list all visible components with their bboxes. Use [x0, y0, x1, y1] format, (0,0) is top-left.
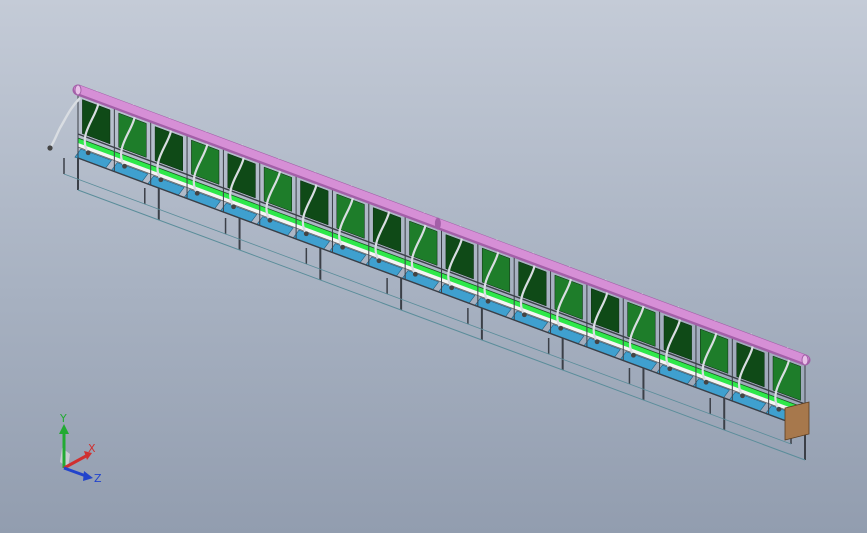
y-axis-label: Y	[59, 412, 67, 425]
cad-viewport[interactable]: Y X Z	[0, 0, 867, 533]
hose-nozzle	[231, 204, 236, 210]
hose-nozzle	[340, 244, 346, 250]
steel-frame	[77, 87, 806, 429]
hose-nozzle	[85, 150, 91, 156]
z-axis-label: Z	[94, 472, 102, 485]
hose-nozzle	[740, 393, 745, 399]
pipe-joint	[434, 217, 441, 230]
hose-nozzle	[158, 177, 164, 183]
hose-nozzle	[267, 217, 273, 223]
hose-nozzle	[449, 285, 455, 291]
inlet-coupling	[47, 145, 53, 151]
hose-nozzle	[122, 163, 127, 169]
hose-nozzle	[376, 258, 382, 264]
hose-nozzle	[303, 231, 309, 237]
hose-nozzle	[703, 379, 709, 385]
hose-nozzle	[558, 325, 564, 331]
assembly-line-model[interactable]	[0, 0, 867, 533]
end-cabinet	[784, 401, 810, 441]
y-axis-head	[59, 424, 69, 434]
support-legs	[63, 158, 806, 461]
z-axis-arrow	[63, 466, 87, 478]
hose-nozzle	[194, 190, 200, 196]
axis-triad: Y X Z	[59, 412, 102, 485]
hose-nozzle	[667, 366, 673, 372]
hose-nozzle	[631, 352, 636, 358]
pipe-end-cap-right	[801, 354, 809, 366]
x-axis-label: X	[88, 442, 96, 455]
overhead-pipe	[72, 84, 811, 366]
pipe-body	[74, 85, 809, 363]
hose-nozzle	[485, 298, 491, 304]
z-axis-head	[83, 471, 93, 481]
pipe-end-cap	[74, 84, 82, 96]
inlet-hose	[48, 97, 81, 149]
hose-nozzle	[594, 339, 600, 345]
blue-tray-shelf	[74, 148, 803, 426]
hose-nozzle	[776, 406, 782, 412]
hose-nozzle	[521, 312, 527, 318]
hose-nozzle	[412, 271, 418, 277]
